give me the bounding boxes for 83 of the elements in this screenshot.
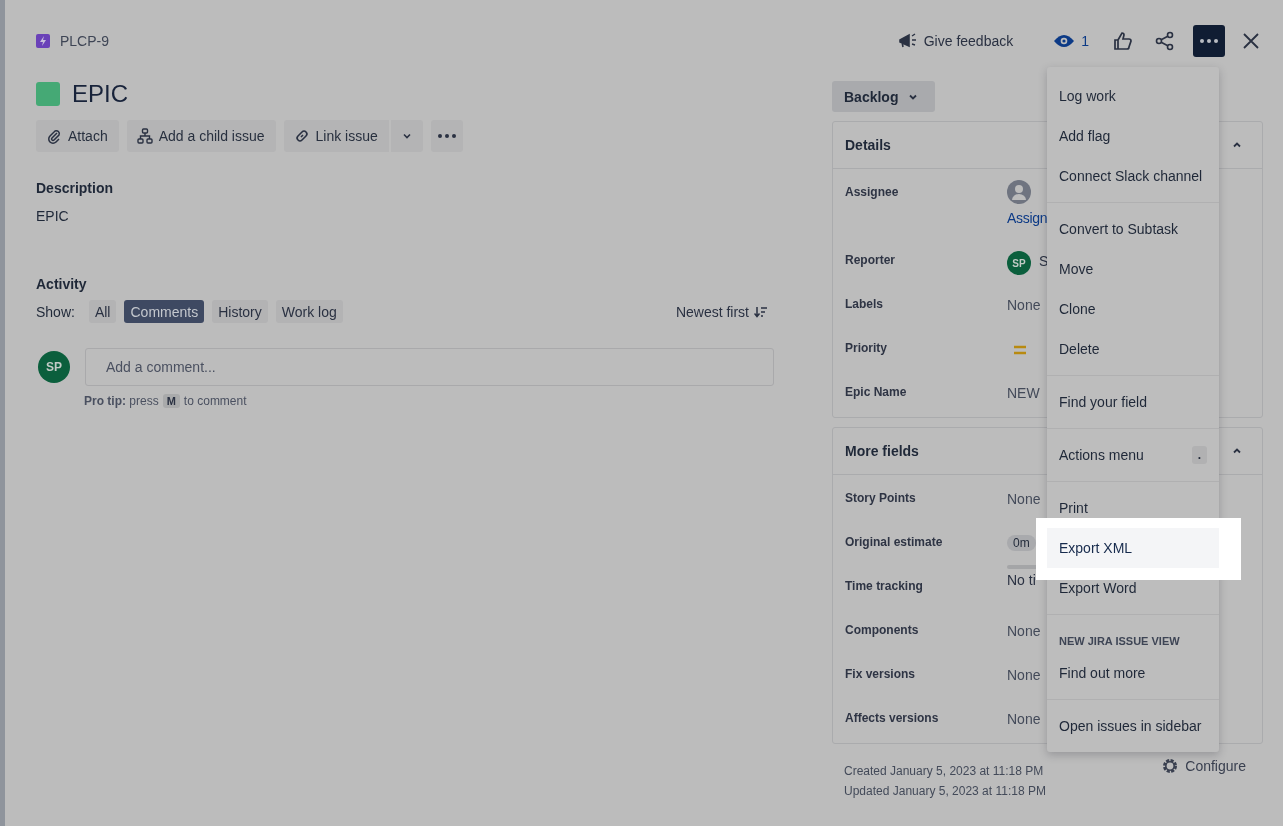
more-icon xyxy=(1200,39,1218,43)
filter-tab[interactable]: All xyxy=(88,300,117,323)
gear-icon xyxy=(1161,757,1180,775)
keyboard-key: M xyxy=(162,394,180,408)
menu-item[interactable]: Delete xyxy=(1047,329,1219,369)
sort-button[interactable]: Newest first xyxy=(669,302,774,321)
filter-tab[interactable]: Work log xyxy=(275,300,343,323)
menu-item[interactable]: Actions menu . xyxy=(1047,435,1219,475)
field-value: None xyxy=(1007,296,1041,313)
configure-button[interactable]: Configure xyxy=(1155,756,1252,776)
tip-text: to comment xyxy=(183,394,247,408)
watch-button[interactable]: 1 xyxy=(1047,32,1095,50)
field-label: Time tracking xyxy=(845,578,924,595)
caret-icon xyxy=(401,131,412,141)
menu-item-label: Actions menu xyxy=(1059,447,1144,463)
epic-color-icon xyxy=(36,82,60,106)
issue-key-link[interactable]: PLCP-9 xyxy=(60,33,110,49)
description-text[interactable]: EPIC xyxy=(36,208,774,224)
menu-item[interactable]: Add flag xyxy=(1047,116,1219,156)
updated-date: Updated January 5, 2023 at 11:18 PM xyxy=(844,784,1046,798)
share-icon xyxy=(1155,31,1175,51)
field-label: Labels xyxy=(845,296,884,313)
menu-item[interactable]: Find out more xyxy=(1047,653,1219,693)
filter-tab[interactable]: History xyxy=(212,300,268,323)
user-avatar: SP xyxy=(38,351,70,383)
menu-item[interactable]: Connect Slack channel xyxy=(1047,156,1219,196)
eye-icon xyxy=(1053,34,1076,48)
tip-text: Pro tip: press xyxy=(84,394,159,408)
menu-item[interactable]: Clone xyxy=(1047,289,1219,329)
close-icon xyxy=(1243,33,1259,49)
menu-item[interactable]: Convert to Subtask xyxy=(1047,209,1219,249)
link-icon xyxy=(293,128,310,144)
menu-item[interactable]: Log work xyxy=(1047,76,1219,116)
field-value: None xyxy=(1007,710,1041,727)
paperclip-icon xyxy=(46,128,62,144)
attach-button[interactable]: Attach xyxy=(36,120,119,152)
menu-item[interactable]: Print xyxy=(1047,488,1219,528)
field-value: None xyxy=(1007,622,1041,639)
add-child-button[interactable]: Add a child issue xyxy=(126,120,276,152)
field-label: Fix versions xyxy=(845,666,917,683)
filter-tab[interactable]: Comments xyxy=(124,300,205,323)
link-issue-button[interactable]: Link issue xyxy=(283,120,389,152)
comment-field[interactable]: Add a comment... xyxy=(85,348,774,386)
created-date: Created January 5, 2023 at 11:18 PM xyxy=(844,764,1045,778)
issue-title[interactable]: EPIC xyxy=(72,80,128,108)
field-value: NEW xyxy=(1007,384,1040,401)
field-label: Original estimate xyxy=(845,534,944,551)
field-value: No ti xyxy=(1007,571,1037,588)
field-value: None xyxy=(1007,666,1041,683)
more-icon xyxy=(437,134,456,138)
feedback-button[interactable]: Give feedback xyxy=(891,31,1020,51)
panel-title: Details xyxy=(845,137,891,153)
user-avatar: SP xyxy=(1007,251,1031,275)
hierarchy-icon xyxy=(136,128,153,144)
field-label: Affects versions xyxy=(845,710,940,727)
menu-item[interactable]: Move xyxy=(1047,249,1219,289)
keyboard-key: . xyxy=(1191,446,1207,464)
sort-icon xyxy=(754,305,768,318)
field-label: Epic Name xyxy=(845,384,908,401)
menu-item[interactable]: Open issues in sidebar xyxy=(1047,706,1219,746)
section-heading: Activity xyxy=(36,276,88,292)
panel-title: More fields xyxy=(845,443,919,459)
show-label: Show: xyxy=(36,303,75,320)
estimate-badge: 0m xyxy=(1007,535,1036,551)
menu-item[interactable]: Export Word xyxy=(1047,568,1219,608)
section-heading: Description xyxy=(36,180,114,196)
megaphone-icon xyxy=(897,32,918,50)
assign-link[interactable]: Assign xyxy=(1007,210,1048,226)
lightning-icon xyxy=(36,34,50,48)
field-label: Assignee xyxy=(845,184,900,201)
field-label: Priority xyxy=(845,340,888,357)
priority-icon xyxy=(1013,345,1027,355)
menu-item[interactable]: Find your field xyxy=(1047,382,1219,422)
field-label: Components xyxy=(845,622,920,639)
thumbs-up-icon xyxy=(1113,31,1133,51)
field-value: None xyxy=(1007,490,1041,507)
field-label: Story Points xyxy=(845,490,917,507)
user-avatar-icon xyxy=(1007,180,1031,204)
menu-heading: NEW JIRA ISSUE VIEW xyxy=(1058,634,1181,649)
field-label: Reporter xyxy=(845,252,896,269)
status-dropdown[interactable]: Backlog xyxy=(832,81,936,112)
more-button[interactable] xyxy=(430,120,463,152)
more-actions-button[interactable] xyxy=(1193,25,1225,57)
